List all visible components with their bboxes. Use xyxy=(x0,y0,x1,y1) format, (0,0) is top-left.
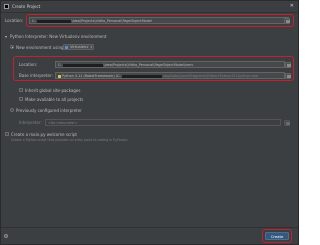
footer-divider xyxy=(1,227,298,228)
chevron-down-icon: ▾ xyxy=(90,45,92,49)
highlight-venv-settings xyxy=(13,56,294,81)
interpreter-select[interactable]: <No interpreter> xyxy=(45,119,281,126)
inherit-site-packages-label: Inherit global site-packages xyxy=(25,87,81,93)
close-icon[interactable]: ✕ xyxy=(290,3,294,9)
app-icon xyxy=(4,4,9,9)
previous-interpreter-radio[interactable] xyxy=(10,108,14,112)
make-available-label: Make available to all projects xyxy=(25,96,84,102)
new-environment-radio[interactable] xyxy=(10,45,14,49)
previous-interpreter-label: Previously configured interpreter xyxy=(16,107,82,113)
chevron-down-icon[interactable]: ▾ xyxy=(5,34,7,39)
welcome-script-label: Create a main.py welcome script xyxy=(11,131,77,137)
dialog-title: Create Project xyxy=(12,4,41,9)
interpreter-section-toggle[interactable]: Python Interpreter: New Virtualenv envir… xyxy=(10,34,106,39)
welcome-script-checkbox[interactable] xyxy=(5,132,9,136)
help-icon[interactable]: ? xyxy=(4,234,8,238)
highlight-location xyxy=(26,14,294,27)
make-available-checkbox[interactable] xyxy=(19,97,23,101)
virtualenv-icon xyxy=(65,46,68,49)
interpreter-label: Interpreter: xyxy=(19,120,42,125)
highlight-create xyxy=(262,229,292,243)
create-project-dialog: Create Project ✕ Location: C: \Idea\Proje… xyxy=(0,0,299,245)
interpreter-value: <No interpreter> xyxy=(48,121,78,125)
title-bar: Create Project ✕ xyxy=(1,1,298,13)
more-icon[interactable] xyxy=(284,119,290,126)
environment-tool-value: Virtualenv xyxy=(70,45,89,49)
environment-tool-select[interactable]: Virtualenv ▾ xyxy=(63,44,94,50)
location-label: Location: xyxy=(5,18,24,23)
new-environment-label: New environment using xyxy=(16,44,64,50)
inherit-site-packages-checkbox[interactable] xyxy=(19,88,23,92)
welcome-script-hint: Create a Python script that provides an … xyxy=(11,137,129,142)
